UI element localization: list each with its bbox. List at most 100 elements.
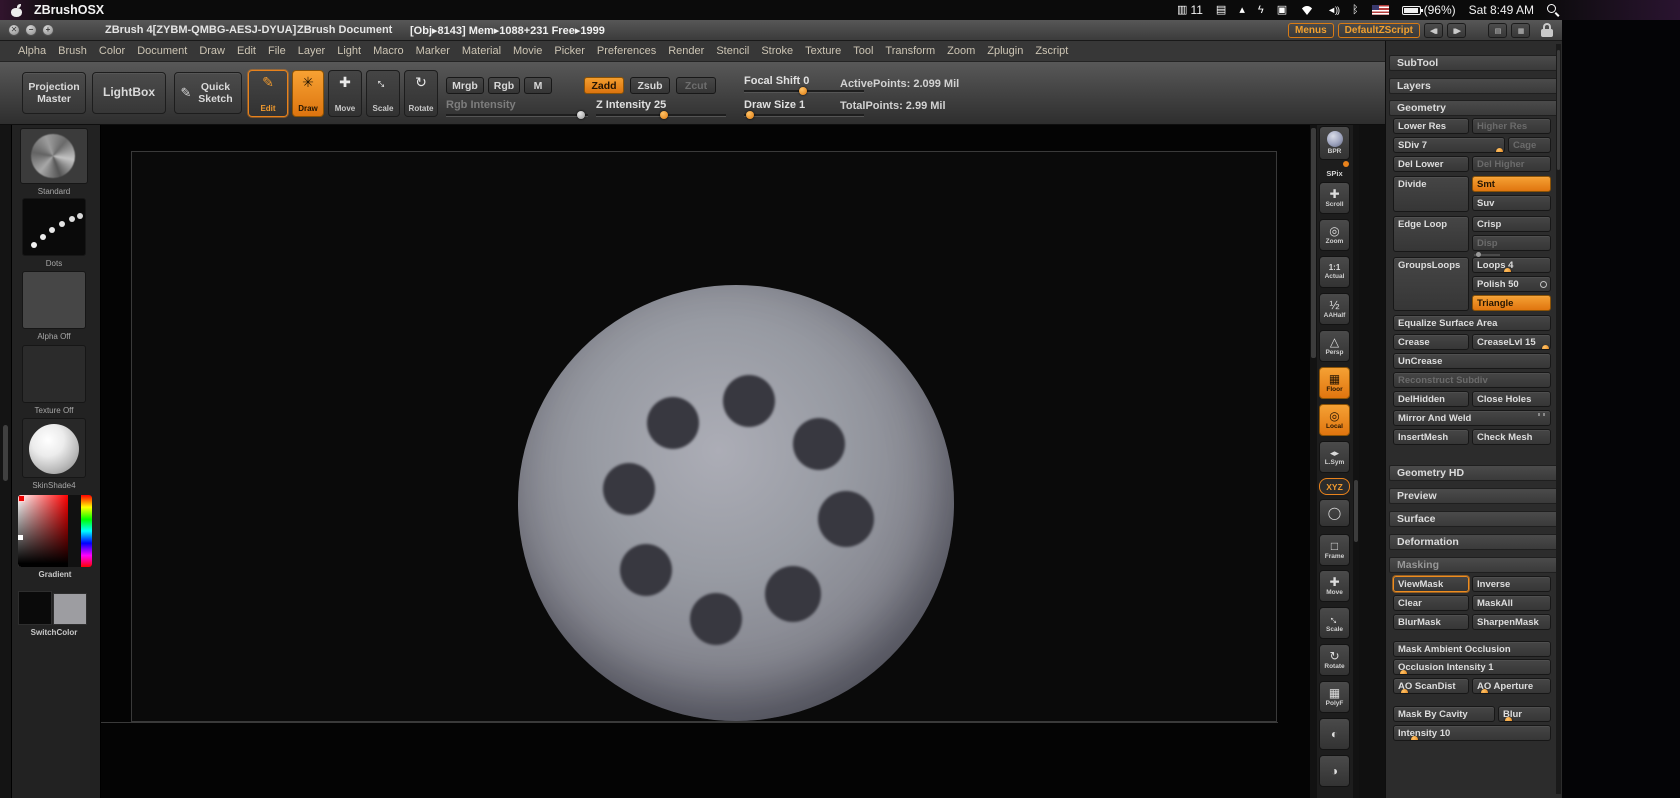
document-canvas[interactable] [101, 125, 1310, 798]
mask-by-cavity-button[interactable]: Mask By Cavity [1393, 706, 1495, 722]
local-symmetry-button[interactable]: ◎ Local [1319, 404, 1350, 436]
alpha-thumbnail[interactable] [22, 271, 86, 329]
lower-res-button[interactable]: Lower Res [1393, 118, 1469, 134]
spix-slider[interactable]: SPix [1320, 161, 1349, 181]
keyboard-flag-icon[interactable] [1371, 5, 1389, 15]
section-preview[interactable]: Preview [1389, 488, 1560, 504]
lock-icon[interactable] [1541, 23, 1553, 38]
scrollbar-thumb[interactable] [1311, 128, 1316, 358]
section-subtool[interactable]: SubTool [1389, 55, 1560, 71]
menu-item[interactable]: Stencil [716, 45, 749, 57]
screen-share-icon[interactable]: ▣ [1277, 0, 1287, 20]
volume-icon[interactable]: ◄)) [1327, 5, 1340, 15]
cavity-blur-slider[interactable]: Blur [1498, 706, 1551, 722]
m-toggle[interactable]: M [524, 77, 552, 94]
slider-handle[interactable] [1342, 161, 1349, 167]
inverse-button[interactable]: Inverse [1472, 576, 1551, 592]
menu-item[interactable]: Draw [199, 45, 225, 57]
brush-thumbnail[interactable] [20, 128, 88, 184]
polyframe-button[interactable]: ▦ PolyF [1319, 681, 1350, 713]
brush-picker[interactable]: Standard [20, 128, 88, 196]
input-menu[interactable]: ▥ 11 [1177, 0, 1203, 20]
slider-handle[interactable] [1503, 268, 1511, 272]
secondary-color-swatch[interactable] [53, 593, 87, 625]
del-higher-button[interactable]: Del Higher [1472, 156, 1551, 172]
section-deformation[interactable]: Deformation [1389, 534, 1560, 550]
slider-handle[interactable] [1400, 670, 1408, 674]
slider-handle[interactable] [1480, 689, 1488, 693]
slider-handle[interactable] [1505, 717, 1513, 721]
close-holes-button[interactable]: Close Holes [1472, 391, 1551, 407]
mask-ambient-occlusion-button[interactable]: Mask Ambient Occlusion [1393, 641, 1551, 657]
edit-mode-button[interactable]: ✎ Edit [248, 70, 288, 117]
ghost-button[interactable]: ◑ [1319, 755, 1350, 787]
alpha-picker[interactable]: Alpha Off [22, 271, 86, 341]
projection-master-button[interactable]: Projection Master [22, 72, 86, 114]
blurmask-button[interactable]: BlurMask [1393, 614, 1469, 630]
scale-mode-button[interactable]: ↔ Scale [366, 70, 400, 117]
spin-button[interactable]: ◯ [1319, 499, 1350, 527]
saturation-value-area[interactable] [18, 495, 68, 567]
menu-item[interactable]: Layer [298, 45, 326, 57]
stroke-thumbnail[interactable] [22, 198, 86, 256]
apple-menu-icon[interactable] [10, 3, 23, 18]
material-picker[interactable]: SkinShade4 [22, 418, 86, 490]
menu-item[interactable]: File [268, 45, 286, 57]
bpr-render-button[interactable]: BPR [1319, 126, 1350, 160]
maskall-button[interactable]: MaskAll [1472, 595, 1551, 611]
mrgb-toggle[interactable]: Mrgb [446, 77, 484, 94]
eject-icon[interactable]: ▴ [1239, 0, 1245, 20]
menu-item[interactable]: Brush [58, 45, 87, 57]
menus-button[interactable]: Menus [1288, 23, 1334, 38]
actual-size-button[interactable]: 1:1 Actual [1319, 256, 1350, 288]
insertmesh-button[interactable]: InsertMesh [1393, 429, 1469, 445]
panes-button[interactable]: ▦ [1511, 23, 1531, 38]
move-view-button[interactable]: ✚ Move [1319, 570, 1350, 602]
crease-button[interactable]: Crease [1393, 334, 1469, 350]
menu-item[interactable]: Zscript [1035, 45, 1068, 57]
sdiv-slider[interactable]: SDiv 7 [1393, 137, 1505, 153]
menu-item[interactable]: Zoom [947, 45, 975, 57]
gradient-picker[interactable] [18, 495, 92, 567]
edge-loop-button[interactable]: Edge Loop [1393, 216, 1469, 252]
disp-toggle[interactable]: Disp [1472, 235, 1551, 251]
rgb-intensity-slider[interactable]: Rgb Intensity [446, 99, 588, 119]
slider-handle[interactable] [659, 111, 668, 119]
menu-item[interactable]: Movie [513, 45, 542, 57]
menu-item[interactable]: Zplugin [987, 45, 1023, 57]
bolt-icon[interactable]: ϟ [1258, 0, 1264, 20]
draw-mode-button[interactable]: ✳ Draw [292, 70, 324, 117]
higher-res-button[interactable]: Higher Res [1472, 118, 1551, 134]
smt-toggle[interactable]: Smt [1472, 176, 1551, 192]
slider-handle[interactable] [1401, 689, 1409, 693]
menu-item[interactable]: Color [99, 45, 125, 57]
menu-item[interactable]: Material [462, 45, 501, 57]
menu-item[interactable]: Macro [373, 45, 404, 57]
z-intensity-slider[interactable]: Z Intensity 25 [596, 99, 726, 119]
zoom-window-button[interactable]: + [42, 24, 54, 36]
menu-item[interactable]: Document [137, 45, 187, 57]
cavity-intensity-slider[interactable]: Intensity 10 [1393, 725, 1551, 741]
slider-handle[interactable] [576, 111, 585, 119]
section-geometry[interactable]: Geometry [1389, 100, 1560, 116]
close-window-button[interactable]: ✕ [8, 24, 20, 36]
scale-view-button[interactable]: ↔ Scale [1319, 607, 1350, 639]
disp-mini-slider[interactable] [1474, 252, 1500, 257]
viewmask-toggle[interactable]: ViewMask [1393, 576, 1469, 592]
divide-button[interactable]: Divide [1393, 176, 1469, 212]
scroll-tool-button[interactable]: ✚ Scroll [1319, 182, 1350, 214]
bluetooth-icon[interactable]: ᛒ [1352, 0, 1359, 20]
floor-grid-button[interactable]: ▦ Floor [1319, 367, 1350, 399]
slider-handle[interactable] [746, 111, 755, 119]
polish-slider[interactable]: Polish 50 [1472, 276, 1551, 292]
section-masking[interactable]: Masking [1389, 557, 1560, 573]
main-color-swatch[interactable] [18, 591, 52, 625]
hue-strip[interactable] [81, 495, 92, 567]
section-geometry-hd[interactable]: Geometry HD [1389, 465, 1560, 481]
lsym-button[interactable]: ◂▸ L.Sym [1319, 441, 1350, 473]
menu-item[interactable]: Tool [853, 45, 873, 57]
sculpt-model[interactable] [518, 285, 954, 721]
groupsloops-button[interactable]: GroupsLoops [1393, 257, 1469, 311]
divider-bars-button[interactable]: ▤ [1488, 23, 1508, 38]
menu-item[interactable]: Picker [554, 45, 585, 57]
